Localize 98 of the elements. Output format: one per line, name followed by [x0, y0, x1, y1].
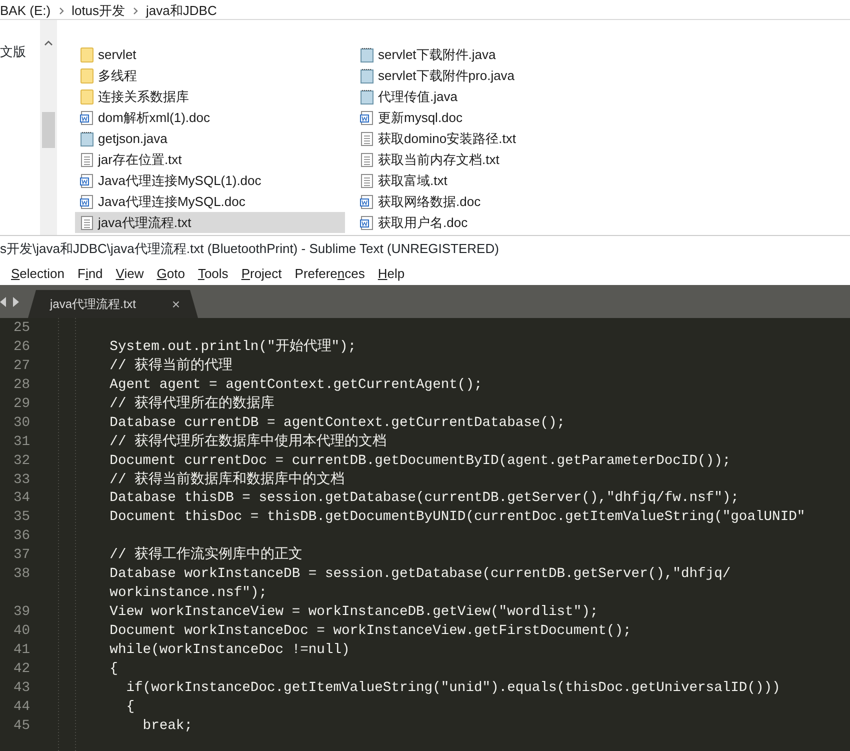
nav-item[interactable]: 文版: [0, 44, 26, 59]
text-file-icon: [360, 152, 374, 168]
text-file-icon: [360, 172, 374, 188]
notepad-icon: [80, 130, 94, 146]
code-line: // 获得当前的代理: [108, 358, 233, 376]
code-line: Database thisDB = session.getDatabase(currentDB.getServer(),"dhfjq/fw.nsf");: [108, 490, 739, 508]
file-item[interactable]: 连接关系数据库: [75, 86, 345, 107]
text-file-icon: [80, 214, 94, 230]
file-item[interactable]: 多线程: [75, 65, 345, 86]
document-icon: [80, 110, 94, 126]
line-number: 44: [12, 698, 30, 717]
line-number: 43: [12, 680, 30, 698]
file-item[interactable]: jar存在位置.txt: [75, 149, 345, 170]
menu-item[interactable]: View: [116, 264, 151, 284]
file-item[interactable]: getjson.java: [75, 128, 345, 149]
chevron-right-icon: [58, 6, 64, 14]
breadcrumb-item[interactable]: BAK (E:): [0, 0, 51, 20]
file-item[interactable]: Java代理连接MySQL.doc: [75, 191, 345, 212]
line-number: 27: [12, 358, 30, 376]
document-icon: [80, 172, 94, 188]
file-item[interactable]: 更新mysql.doc: [355, 107, 625, 128]
line-number: 25: [12, 320, 30, 338]
code-line: Database currentDB = agentContext.getCurrentDatabase();: [108, 414, 566, 433]
file-item[interactable]: 获取当前内存文档.txt: [355, 149, 625, 170]
breadcrumb-item[interactable]: java和JDBC: [146, 0, 217, 20]
menu-item[interactable]: Preferences: [294, 264, 372, 284]
line-number: 34: [12, 490, 30, 508]
code-line: Document thisDoc = thisDB.getDocumentByUNID(currentDoc.getItemValueString("goalUNID": [108, 509, 806, 528]
folder-icon: [80, 88, 94, 104]
scroll-thumb[interactable]: [42, 112, 55, 148]
document-icon: [360, 214, 374, 230]
line-number: 33: [12, 472, 30, 490]
file-item[interactable]: 获取富域.txt: [355, 170, 625, 191]
code-line: View workInstanceView = workInstanceDB.getView("wordlist");: [108, 604, 598, 622]
folder-icon: [80, 46, 94, 62]
window-title: s开发\java和JDBC\java代理流程.txt (BluetoothPrint) - Sublime Text (UNREGISTERED): [0, 240, 499, 258]
folder-icon: [80, 68, 94, 84]
line-number: 32: [12, 452, 30, 471]
line-number: 42: [12, 660, 30, 679]
code-line: // 获得代理所在的数据库: [108, 396, 275, 414]
document-icon: [360, 110, 374, 126]
line-number: 31: [12, 434, 30, 452]
line-number: 26: [12, 338, 30, 357]
code-line: Database workInstanceDB = session.getDatabase(currentDB.getServer(),"dhfjq/: [108, 566, 731, 584]
scroll-up-icon[interactable]: [44, 40, 53, 46]
code-line: Agent agent = agentContext.getCurrentAgent();: [108, 376, 482, 395]
text-file-icon: [80, 152, 94, 168]
code-line: workinstance.nsf");: [108, 585, 267, 604]
menu-item[interactable]: Help: [378, 264, 412, 284]
menu-item[interactable]: Tools: [198, 264, 236, 284]
file-item[interactable]: servlet下载附件pro.java: [355, 65, 625, 86]
text-file-icon: [360, 130, 374, 146]
line-number: 28: [12, 376, 30, 395]
tab-scroll-arrows-icon[interactable]: [0, 296, 20, 306]
file-item[interactable]: Java代理连接MySQL(1).doc: [75, 170, 345, 191]
document-icon: [360, 194, 374, 210]
line-number: 36: [12, 528, 30, 546]
line-number: 45: [12, 718, 30, 736]
code-line: // 获得工作流实例库中的正文: [108, 547, 303, 566]
line-number: 38: [12, 566, 30, 584]
document-icon: [80, 194, 94, 210]
line-number: 29: [12, 396, 30, 414]
line-number: 37: [12, 547, 30, 566]
code-line: Document workInstanceDoc = workInstanceView.getFirstDocument();: [108, 623, 632, 641]
notepad-icon: [360, 46, 374, 62]
code-line: if(workInstanceDoc.getItemValueString("unid").equals(thisDoc.getUniversalID())): [125, 680, 780, 698]
code-line: while(workInstanceDoc !=null): [108, 642, 350, 660]
file-item[interactable]: dom解析xml(1).doc: [75, 107, 345, 128]
code-line: {: [108, 660, 118, 679]
line-number: 35: [12, 509, 30, 528]
file-item[interactable]: 获取网络数据.doc: [355, 191, 625, 212]
notepad-icon: [360, 88, 374, 104]
code-line: break;: [142, 718, 192, 736]
close-icon[interactable]: ×: [172, 294, 180, 314]
file-item[interactable]: 获取domino安装路径.txt: [355, 128, 625, 149]
line-number: 40: [12, 623, 30, 641]
line-number: 30: [12, 414, 30, 433]
line-number: 39: [12, 604, 30, 622]
editor-tab[interactable]: java代理流程.txt ×: [28, 290, 198, 318]
menu-item[interactable]: Find: [77, 264, 110, 284]
file-item[interactable]: 代理传值.java: [355, 86, 625, 107]
scrollbar[interactable]: [40, 20, 57, 235]
file-item[interactable]: servlet下载附件.java: [355, 44, 625, 65]
line-number: 41: [12, 642, 30, 660]
file-item[interactable]: servlet: [75, 44, 345, 65]
code-line: {: [125, 698, 135, 717]
code-line: Document currentDoc = currentDB.getDocumentByID(agent.getParameterDocID());: [108, 452, 731, 471]
file-item[interactable]: java代理流程.txt: [75, 212, 345, 233]
file-item[interactable]: 获取用户名.doc: [355, 212, 625, 233]
chevron-right-icon: [133, 6, 138, 14]
menu-item[interactable]: Project: [241, 264, 289, 284]
menu-item[interactable]: Goto: [156, 264, 192, 284]
notepad-icon: [360, 68, 374, 84]
code-line: // 获得当前数据库和数据库中的文档: [108, 472, 345, 490]
code-line: // 获得代理所在数据库中使用本代理的文档: [108, 434, 387, 452]
breadcrumb-item[interactable]: lotus开发: [72, 0, 126, 20]
code-line: System.out.println("开始代理");: [108, 338, 356, 357]
menu-item[interactable]: Selection: [11, 264, 72, 284]
